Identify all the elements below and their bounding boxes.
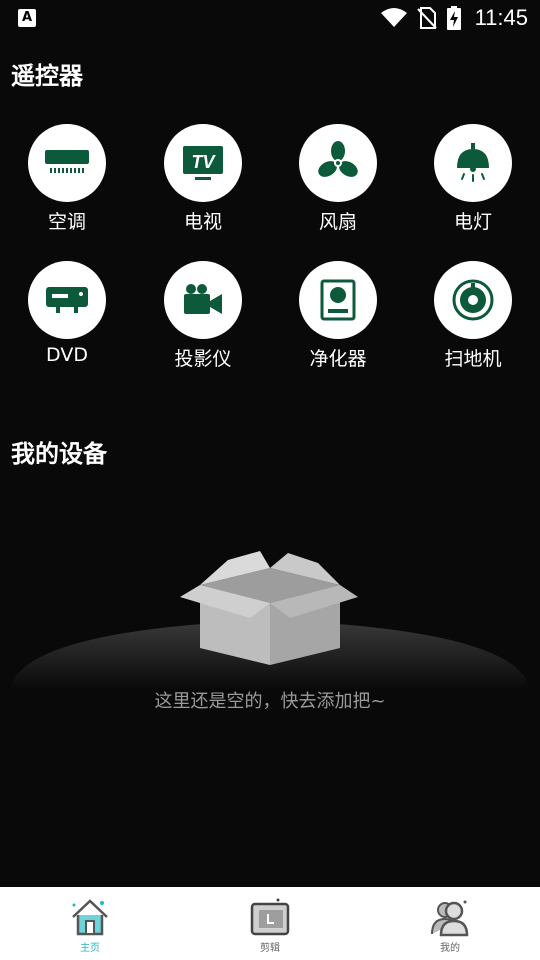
remote-projector[interactable]: 投影仪 (148, 261, 258, 371)
remote-purifier[interactable]: 净化器 (283, 261, 393, 371)
lamp-icon (457, 143, 489, 182)
nav-home-label: 主页 (80, 943, 100, 954)
remote-fan[interactable]: 风扇 (283, 124, 393, 234)
remote-dvd[interactable]: DVD (12, 261, 122, 366)
remote-icon-circle (299, 124, 377, 202)
edit-icon (250, 898, 290, 936)
nav-profile[interactable]: 我的 (360, 887, 540, 960)
remote-label: 空调 (47, 211, 86, 233)
remote-icon-circle (434, 124, 512, 202)
user-icon (431, 900, 469, 937)
dvd-icon (46, 287, 88, 313)
nav-edit[interactable]: 剪辑 (180, 887, 360, 960)
nav-edit-label: 剪辑 (260, 943, 280, 954)
tv-icon: TV (183, 146, 223, 180)
empty-message: 这里还是空的，快去添加把~ (154, 691, 386, 712)
robot-vacuum-icon (452, 279, 494, 321)
app-notification-icon: A (18, 9, 36, 27)
bottom-nav: 主页 剪辑 我的 (0, 887, 540, 960)
status-bar: A 11:45 (0, 0, 540, 36)
svg-text:TV: TV (191, 152, 216, 172)
wifi-icon (380, 8, 407, 27)
remote-icon-circle: TV (164, 124, 242, 202)
devices-section-title: 我的设备 (11, 440, 107, 468)
remote-label: 风扇 (318, 211, 357, 233)
remote-icon-circle (28, 261, 106, 339)
no-sim-icon (416, 7, 437, 29)
projector-icon (184, 284, 222, 314)
nav-profile-label: 我的 (440, 943, 460, 954)
remote-label: 电灯 (453, 211, 492, 233)
remote-label: 净化器 (309, 348, 367, 370)
remote-tv[interactable]: TV 电视 (148, 124, 258, 234)
purifier-icon (320, 279, 356, 321)
remote-label: 投影仪 (174, 348, 232, 370)
home-icon (72, 899, 108, 936)
remote-icon-circle (28, 124, 106, 202)
remote-label: 扫地机 (444, 348, 502, 370)
nav-home[interactable]: 主页 (0, 887, 180, 960)
remote-label: 电视 (183, 211, 222, 233)
air-conditioner-icon (45, 150, 89, 173)
remote-icon-circle (434, 261, 512, 339)
remote-lamp[interactable]: 电灯 (418, 124, 528, 234)
clock: 11:45 (474, 5, 528, 30)
battery-charging-icon (446, 6, 461, 30)
remote-label: DVD (46, 344, 88, 366)
status-icons: 11:45 (380, 5, 528, 30)
fan-icon (318, 141, 358, 177)
remote-air-conditioner[interactable]: 空调 (12, 124, 122, 234)
remote-icon-circle (164, 261, 242, 339)
remote-icon-circle (299, 261, 377, 339)
remote-section-title: 遥控器 (11, 62, 83, 90)
remote-robot-vacuum[interactable]: 扫地机 (418, 261, 528, 371)
